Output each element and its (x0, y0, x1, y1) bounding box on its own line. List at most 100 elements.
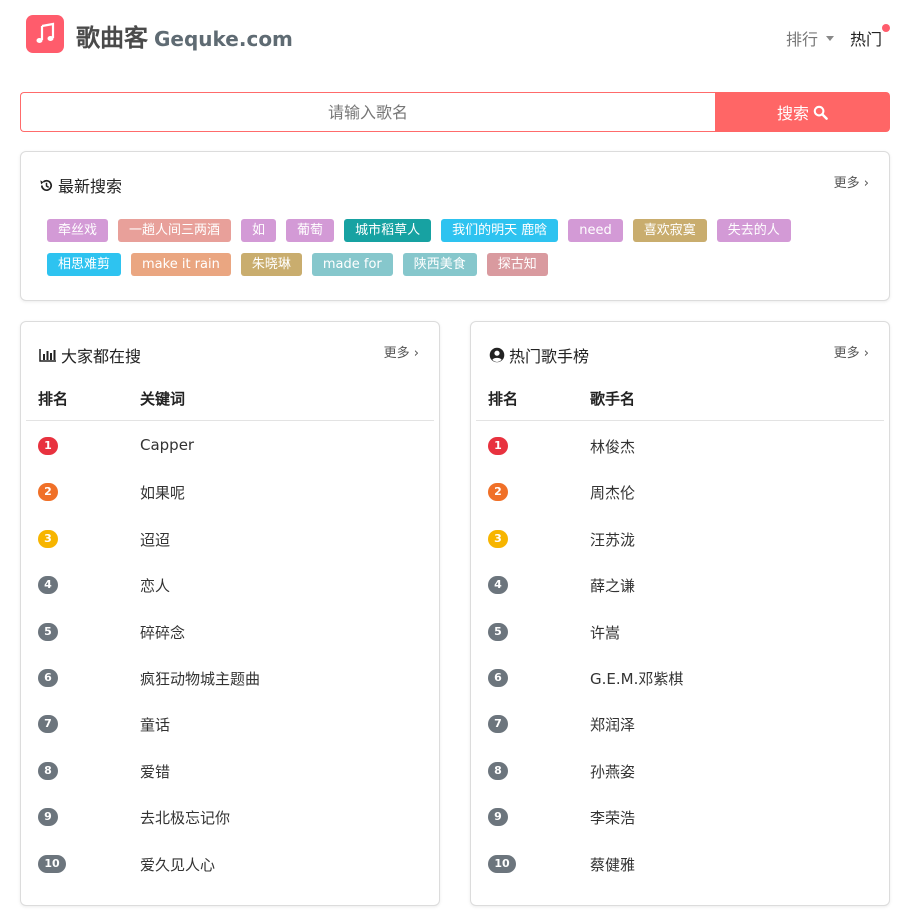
rank-badge: 4 (488, 576, 508, 595)
keyword-row[interactable]: 5 碎碎念 (21, 608, 439, 654)
keyword-row[interactable]: 10 爱久见人心 (21, 840, 439, 886)
nav-hot-link[interactable]: 热门 (850, 26, 882, 50)
search-icon (813, 105, 828, 120)
rank-badge: 2 (38, 483, 58, 502)
singer-row-label[interactable]: 周杰伦 (590, 482, 635, 503)
keyword-row[interactable]: 7 童话 (21, 700, 439, 746)
search-tag[interactable]: 探古知 (486, 253, 548, 276)
singer-row-label[interactable]: 李荣浩 (590, 807, 635, 828)
rank-badge: 7 (488, 715, 508, 734)
keyword-row-label[interactable]: 爱错 (140, 761, 170, 782)
rank-badge: 6 (38, 668, 58, 687)
chevron-right-icon: › (413, 346, 419, 361)
keyword-row[interactable]: 9 去北极忘记你 (21, 793, 439, 839)
singer-row-label[interactable]: 许嵩 (590, 622, 620, 643)
recent-search-title: 最新搜索 (39, 173, 122, 197)
search-button[interactable]: 搜索 (715, 92, 890, 132)
singer-col-name: 歌手名 (590, 390, 636, 408)
logo[interactable] (26, 15, 64, 53)
brand-name: 歌曲客 (76, 24, 148, 52)
singer-row-label[interactable]: 蔡健雅 (590, 854, 635, 875)
singer-row-label[interactable]: 汪苏泷 (590, 529, 635, 550)
singer-row[interactable]: 5 许嵩 (471, 608, 889, 654)
singer-row-label[interactable]: 孙燕姿 (590, 761, 635, 782)
singer-row-label[interactable]: 薛之谦 (590, 575, 635, 596)
popular-list: 1 Capper 2 如果呢 3 迢迢 4 恋人 5 碎碎念 6 疯狂动物城主题曲 7 童话 8 爱错 9 去北极… (21, 422, 439, 886)
singer-row[interactable]: 10 蔡健雅 (471, 840, 889, 886)
keyword-row-label[interactable]: 迢迢 (140, 529, 170, 550)
keyword-row-label[interactable]: 去北极忘记你 (140, 807, 230, 828)
rank-badge: 7 (38, 715, 58, 734)
search-tag[interactable]: 我们的明天 鹿晗 (441, 219, 559, 242)
divider (476, 420, 884, 421)
rank-badge: 5 (488, 622, 508, 641)
divider (26, 420, 434, 421)
keyword-row[interactable]: 4 恋人 (21, 561, 439, 607)
search-tag[interactable]: 葡萄 (286, 219, 335, 242)
keyword-row-label[interactable]: Capper (140, 436, 194, 454)
keyword-row-label[interactable]: 爱久见人心 (140, 854, 215, 875)
keyword-row[interactable]: 3 迢迢 (21, 515, 439, 561)
singer-row[interactable]: 9 李荣浩 (471, 793, 889, 839)
rank-badge: 9 (38, 808, 58, 827)
singer-rank-title-text: 热门歌手榜 (509, 347, 590, 366)
singer-row[interactable]: 6 G.E.M.邓紫棋 (471, 654, 889, 700)
rank-badge: 10 (38, 854, 66, 873)
search-tag[interactable]: 相思难剪 (47, 253, 122, 276)
keyword-row[interactable]: 1 Capper (21, 422, 439, 468)
keyword-row-label[interactable]: 童话 (140, 714, 170, 735)
singer-row[interactable]: 2 周杰伦 (471, 468, 889, 514)
singer-row[interactable]: 4 薛之谦 (471, 561, 889, 607)
search-tag[interactable]: 朱晓琳 (240, 253, 302, 276)
search-tag[interactable]: made for (311, 253, 393, 276)
search-tag[interactable]: need (568, 219, 623, 242)
search-tag[interactable]: 牵丝戏 (47, 219, 109, 242)
singer-row[interactable]: 3 汪苏泷 (471, 515, 889, 561)
singer-more-link[interactable]: 更多 › (834, 342, 869, 361)
popular-more-link[interactable]: 更多 › (384, 342, 419, 361)
singer-row[interactable]: 7 郑润泽 (471, 700, 889, 746)
keyword-row-label[interactable]: 碎碎念 (140, 622, 185, 643)
brand-domain: Gequke.com (154, 27, 293, 51)
search-tag[interactable]: 失去的人 (716, 219, 791, 242)
keyword-row[interactable]: 8 爱错 (21, 747, 439, 793)
singer-rank-card: 热门歌手榜 更多 › 排名 歌手名 1 林俊杰 2 周杰伦 3 汪苏泷 4 薛之谦 5 许嵩 6 G.… (470, 321, 890, 906)
popular-more-label: 更多 (383, 346, 410, 361)
search-tag[interactable]: 如 (241, 219, 277, 242)
singer-row[interactable]: 8 孙燕姿 (471, 747, 889, 793)
singer-more-label: 更多 (833, 346, 860, 361)
singer-row-label[interactable]: G.E.M.邓紫棋 (590, 668, 683, 689)
singer-row[interactable]: 1 林俊杰 (471, 422, 889, 468)
search-input[interactable] (20, 92, 715, 132)
keyword-row[interactable]: 2 如果呢 (21, 468, 439, 514)
rank-badge: 10 (488, 854, 516, 873)
chevron-right-icon: › (863, 176, 869, 191)
rank-badge: 3 (38, 529, 58, 548)
rank-badge: 4 (38, 576, 58, 595)
singer-list: 1 林俊杰 2 周杰伦 3 汪苏泷 4 薛之谦 5 许嵩 6 G.E.M.邓紫棋 7 郑润泽 8 孙燕姿 9 李荣… (471, 422, 889, 886)
notification-dot (882, 24, 890, 32)
rank-badge: 8 (38, 761, 58, 780)
singer-row-label[interactable]: 郑润泽 (590, 714, 635, 735)
search-tag[interactable]: 陕西美食 (402, 253, 477, 276)
caret-down-icon (826, 36, 835, 41)
search-tag[interactable]: 一趟人间三两酒 (118, 219, 232, 242)
search-tag[interactable]: make it rain (131, 253, 231, 276)
nav-rank-label: 排行 (786, 30, 819, 49)
nav-rank-dropdown[interactable]: 排行 (786, 26, 835, 50)
search-button-label: 搜索 (776, 104, 809, 123)
popular-col-keyword: 关键词 (140, 390, 186, 408)
rank-badge: 6 (488, 668, 508, 687)
search-tag[interactable]: 城市稻草人 (344, 219, 432, 242)
brand[interactable]: 歌曲客 Gequke.com (76, 18, 293, 53)
recent-more-label: 更多 (833, 176, 860, 191)
search-tag[interactable]: 喜欢寂寞 (632, 219, 707, 242)
keyword-row-label[interactable]: 如果呢 (140, 482, 185, 503)
user-circle-icon (489, 347, 505, 363)
popular-col-rank: 排名 (38, 390, 69, 408)
keyword-row-label[interactable]: 恋人 (140, 575, 170, 596)
keyword-row[interactable]: 6 疯狂动物城主题曲 (21, 654, 439, 700)
singer-row-label[interactable]: 林俊杰 (590, 436, 635, 457)
recent-more-link[interactable]: 更多 › (834, 172, 869, 191)
keyword-row-label[interactable]: 疯狂动物城主题曲 (140, 668, 260, 689)
